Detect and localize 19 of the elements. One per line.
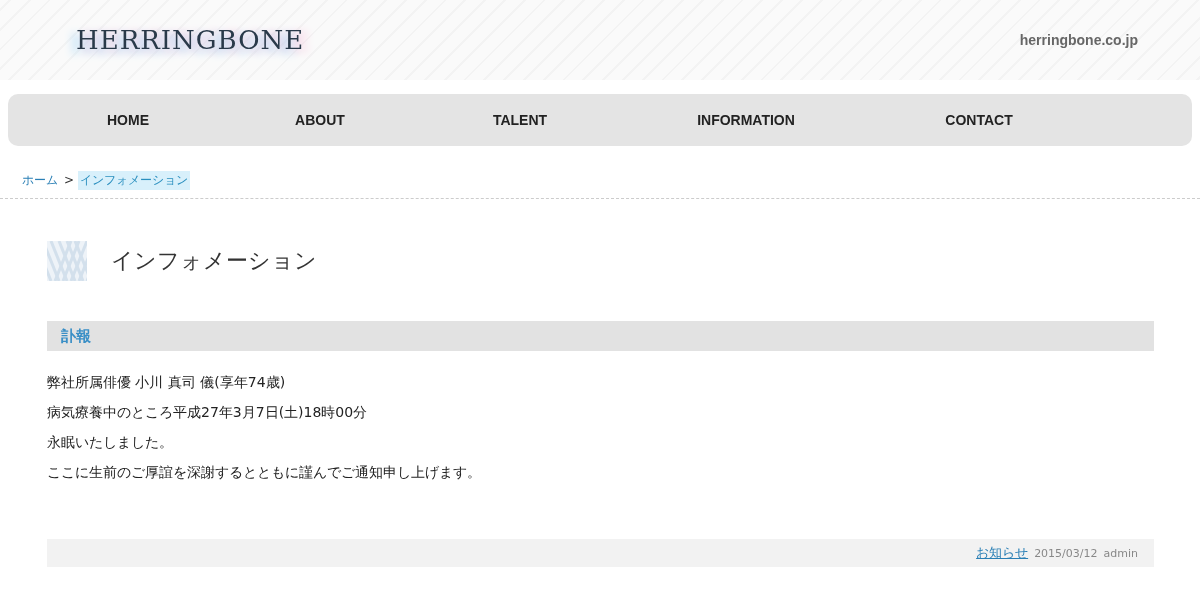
breadcrumb-item[interactable]: ホーム [20, 170, 60, 190]
category-link[interactable]: お知らせ [976, 544, 1029, 562]
post-text-line: 永眠いたしました。 [47, 433, 174, 452]
page-title: インフォメーション [111, 247, 317, 275]
nav-link[interactable]: INFORMATION [697, 112, 795, 128]
post-text-line: 病気療養中のところ平成27年3月7日(土)18時00分 [47, 403, 369, 422]
site-domain: herringbone.co.jp [1019, 32, 1138, 48]
post-date: 2015/03/12 [1034, 546, 1098, 560]
nav-link[interactable]: CONTACT [945, 112, 1013, 128]
herringbone-icon [47, 241, 87, 281]
post-title: 訃報 [61, 326, 91, 346]
nav-link[interactable]: HOME [107, 112, 149, 128]
nav-link[interactable]: TALENT [492, 112, 548, 128]
post-text-line: 弊社所属俳優 小川 真司 儀(享年74歳) [47, 373, 287, 392]
site-logo[interactable]: HERRINGBONE [70, 21, 311, 59]
post-author: admin [1103, 546, 1138, 560]
nav-link[interactable]: ABOUT [295, 112, 345, 128]
breadcrumb-separator: > [64, 173, 75, 187]
post-text-line: ここに生前のご厚誼を深謝するとともに謹んでご通知申し上げます。 [47, 463, 482, 482]
